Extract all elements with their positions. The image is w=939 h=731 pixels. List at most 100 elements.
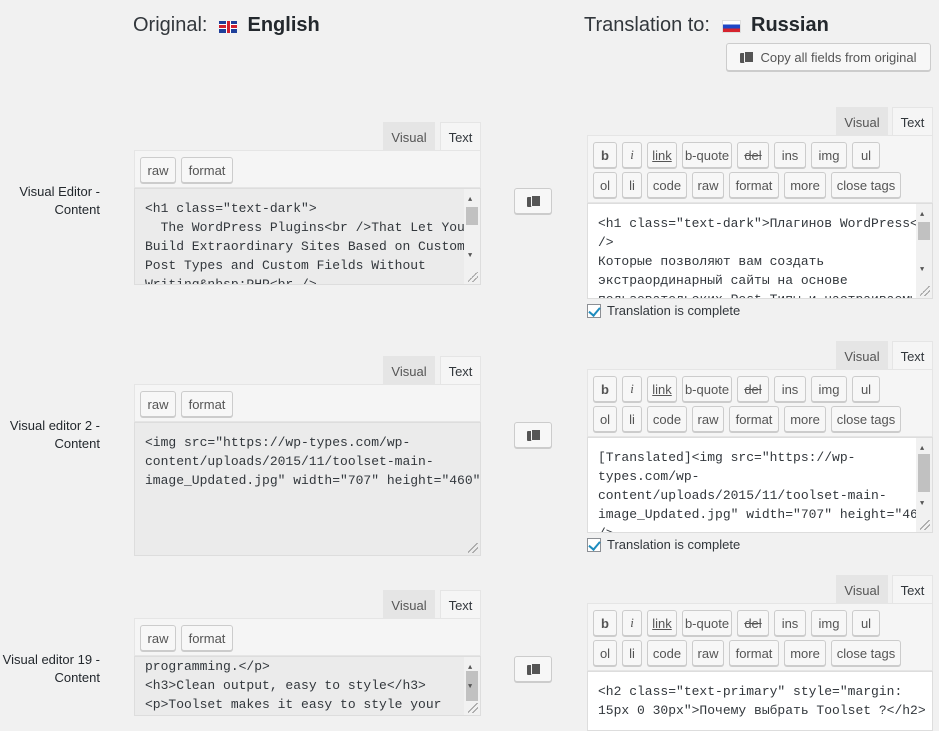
original-content: programming.</p> <h3>Clean output, easy … <box>145 659 442 712</box>
translation-complete-label: Translation is complete <box>607 303 741 318</box>
quicktag-format-button[interactable]: format <box>729 640 779 666</box>
resize-grip-icon[interactable] <box>468 543 478 553</box>
original-tab-visual[interactable]: Visual <box>383 590 435 620</box>
resize-grip-icon[interactable] <box>468 272 478 282</box>
copy-field-button[interactable] <box>514 188 552 214</box>
original-tab-visual[interactable]: Visual <box>383 122 435 152</box>
translation-content: [Translated]<img src="https://wp- types.… <box>598 450 933 532</box>
translation-scrollbar[interactable]: ▲ ▼ <box>916 438 932 532</box>
translation-textarea[interactable]: <h1 class="text-dark">Плагинов WordPress… <box>587 203 933 299</box>
russia-flag-icon <box>722 20 741 33</box>
original-heading: Original: English <box>133 14 320 37</box>
quicktag-code-button[interactable]: code <box>647 406 687 432</box>
field-label: Visual editor 2 - Content <box>9 418 100 451</box>
quicktag-more-button[interactable]: more <box>784 406 826 432</box>
quicktag-format-button[interactable]: format <box>729 406 779 432</box>
copy-icon <box>527 194 541 208</box>
translation-complete-toggle[interactable]: Translation is complete <box>587 303 740 318</box>
quicktag-bquote-button[interactable]: b-quote <box>682 142 732 168</box>
quicktag-code-button[interactable]: code <box>647 172 687 198</box>
original-language: English <box>247 14 320 36</box>
original-format-button[interactable]: format <box>181 625 233 651</box>
quicktag-li-button[interactable]: li <box>622 406 642 432</box>
checkbox-checked-icon[interactable] <box>587 537 601 552</box>
quicktag-li-button[interactable]: li <box>622 172 642 198</box>
original-content: <img src="https://wp-types.com/wp- conte… <box>145 435 481 488</box>
quicktag-i-button[interactable]: i <box>622 142 642 168</box>
quicktag-b-button[interactable]: b <box>593 610 617 636</box>
translation-textarea[interactable]: [Translated]<img src="https://wp- types.… <box>587 437 933 533</box>
original-raw-button[interactable]: raw <box>140 391 176 417</box>
quicktag-ol-button[interactable]: ol <box>593 640 617 666</box>
quicktag-raw-button[interactable]: raw <box>692 640 724 666</box>
resize-grip-icon[interactable] <box>920 286 930 296</box>
quicktag-ins-button[interactable]: ins <box>774 610 806 636</box>
quicktag-ol-button[interactable]: ol <box>593 172 617 198</box>
translation-tab-text[interactable]: Text <box>892 341 933 371</box>
quicktag-ul-button[interactable]: ul <box>852 610 880 636</box>
original-content: <h1 class="text-dark"> The WordPress Plu… <box>145 201 465 285</box>
quicktag-link-button[interactable]: link <box>647 610 677 636</box>
quicktag-del-button[interactable]: del <box>737 376 769 402</box>
quicktag-code-button[interactable]: code <box>647 640 687 666</box>
quicktag-del-button[interactable]: del <box>737 142 769 168</box>
translation-tab-text[interactable]: Text <box>892 575 933 605</box>
quicktag-img-button[interactable]: img <box>811 610 847 636</box>
quicktag-link-button[interactable]: link <box>647 376 677 402</box>
quicktag-closetags-button[interactable]: close tags <box>831 172 901 198</box>
original-textarea[interactable]: programming.</p> <h3>Clean output, easy … <box>134 656 481 716</box>
uk-flag-icon <box>219 20 238 33</box>
translation-tab-text[interactable]: Text <box>892 107 933 137</box>
quicktag-more-button[interactable]: more <box>784 640 826 666</box>
quicktag-li-button[interactable]: li <box>622 640 642 666</box>
translation-scrollbar[interactable]: ▲ ▼ <box>916 204 932 298</box>
quicktag-ul-button[interactable]: ul <box>852 376 880 402</box>
translation-tab-visual[interactable]: Visual <box>836 575 888 605</box>
quicktag-raw-button[interactable]: raw <box>692 406 724 432</box>
quicktag-format-button[interactable]: format <box>729 172 779 198</box>
translation-language: Russian <box>751 14 829 36</box>
quicktag-img-button[interactable]: img <box>811 376 847 402</box>
quicktag-i-button[interactable]: i <box>622 376 642 402</box>
copy-all-fields-button[interactable]: Copy all fields from original <box>726 43 931 71</box>
translation-tab-visual[interactable]: Visual <box>836 341 888 371</box>
translation-content: <h1 class="text-dark">Плагинов WordPress… <box>598 216 933 298</box>
translation-complete-label: Translation is complete <box>607 537 741 552</box>
original-format-button[interactable]: format <box>181 157 233 183</box>
copy-field-button[interactable] <box>514 656 552 682</box>
resize-grip-icon[interactable] <box>920 520 930 530</box>
translation-textarea[interactable]: <h2 class="text-primary" style="margin: … <box>587 671 933 731</box>
quicktag-img-button[interactable]: img <box>811 142 847 168</box>
original-textarea[interactable]: <img src="https://wp-types.com/wp- conte… <box>134 422 481 556</box>
quicktag-i-button[interactable]: i <box>622 610 642 636</box>
translation-content: <h2 class="text-primary" style="margin: … <box>598 684 926 718</box>
quicktag-closetags-button[interactable]: close tags <box>831 640 901 666</box>
original-tab-text[interactable]: Text <box>440 122 481 152</box>
quicktag-ul-button[interactable]: ul <box>852 142 880 168</box>
original-raw-button[interactable]: raw <box>140 625 176 651</box>
quicktag-b-button[interactable]: b <box>593 376 617 402</box>
translation-complete-toggle[interactable]: Translation is complete <box>587 537 740 552</box>
quicktag-more-button[interactable]: more <box>784 172 826 198</box>
quicktag-ins-button[interactable]: ins <box>774 376 806 402</box>
original-scrollbar[interactable]: ▲ ▼ <box>464 189 480 284</box>
quicktag-link-button[interactable]: link <box>647 142 677 168</box>
quicktag-ins-button[interactable]: ins <box>774 142 806 168</box>
copy-field-button[interactable] <box>514 422 552 448</box>
quicktag-del-button[interactable]: del <box>737 610 769 636</box>
quicktag-ol-button[interactable]: ol <box>593 406 617 432</box>
translation-label: Translation to: <box>584 14 710 36</box>
original-tab-text[interactable]: Text <box>440 590 481 620</box>
original-tab-visual[interactable]: Visual <box>383 356 435 386</box>
original-textarea[interactable]: <h1 class="text-dark"> The WordPress Plu… <box>134 188 481 285</box>
translation-tab-visual[interactable]: Visual <box>836 107 888 137</box>
quicktag-b-button[interactable]: b <box>593 142 617 168</box>
quicktag-raw-button[interactable]: raw <box>692 172 724 198</box>
original-format-button[interactable]: format <box>181 391 233 417</box>
quicktag-bquote-button[interactable]: b-quote <box>682 376 732 402</box>
quicktag-bquote-button[interactable]: b-quote <box>682 610 732 636</box>
original-tab-text[interactable]: Text <box>440 356 481 386</box>
quicktag-closetags-button[interactable]: close tags <box>831 406 901 432</box>
original-raw-button[interactable]: raw <box>140 157 176 183</box>
checkbox-checked-icon[interactable] <box>587 303 601 318</box>
